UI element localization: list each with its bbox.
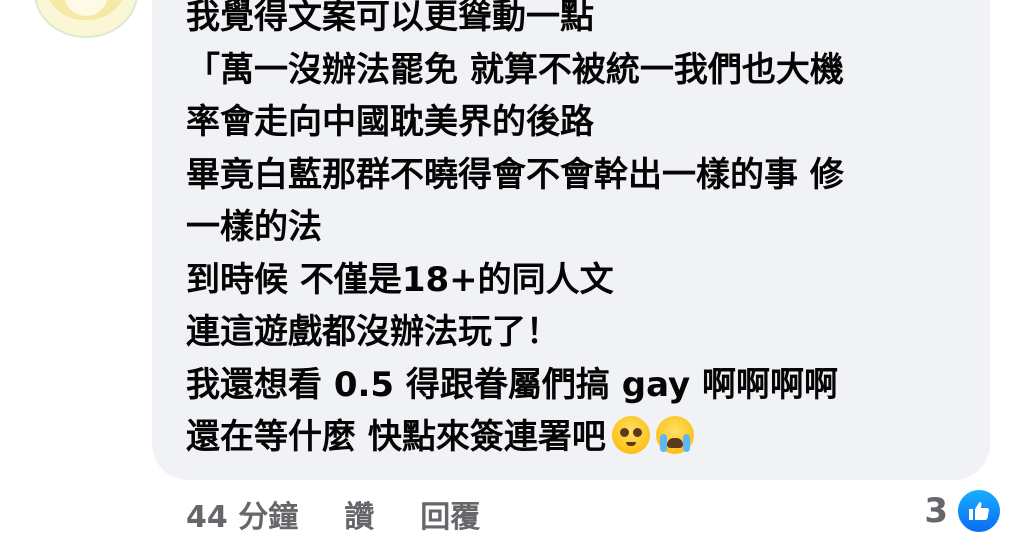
- comment-line: 連這遊戲都沒辦法玩了！: [186, 312, 560, 352]
- pleading-face-icon: [611, 416, 650, 454]
- emoji-eye: [619, 428, 629, 437]
- thumbs-up-icon: [956, 488, 1002, 534]
- comment-line: 我覺得文案可以更聳動一點: [186, 0, 594, 37]
- comment-text: 我覺得文案可以更聳動一點 「萬一沒辦法罷免 就算不被統一我們也大機 率會走向中國…: [186, 0, 976, 464]
- reaction-summary[interactable]: 3: [924, 488, 1002, 534]
- comment-line: 率會走向中國耽美界的後路: [186, 102, 594, 142]
- emoji-mouth: [625, 442, 636, 446]
- timestamp[interactable]: 44 分鐘: [186, 492, 298, 536]
- thumbs-up-glyph: [969, 502, 989, 520]
- emoji-tear: [682, 434, 690, 452]
- avatar[interactable]: [34, 0, 138, 38]
- emoji-mouth: [666, 438, 683, 448]
- comment-line: 「萬一沒辦法罷免 就算不被統一我們也大機: [186, 49, 844, 90]
- comment-last-line: 還在等什麼 快點來簽連署吧: [186, 411, 976, 464]
- comment-line: 畢竟白藍那群不曉得會不會幹出一樣的事 修: [186, 154, 844, 195]
- emoji-tear: [659, 434, 667, 452]
- comment-screen: 我覺得文案可以更聳動一點 「萬一沒辦法罷免 就算不被統一我們也大機 率會走向中國…: [0, 0, 1024, 554]
- like-button[interactable]: 讚: [344, 492, 374, 536]
- reaction-count: 3: [924, 491, 948, 531]
- comment-actions: 44 分鐘 讚 回覆: [186, 492, 480, 536]
- reply-button[interactable]: 回覆: [420, 492, 480, 536]
- emoji-eye: [632, 428, 642, 437]
- comment-line: 我還想看 0.5 得跟眷屬們搞 gay 啊啊啊啊: [186, 364, 838, 405]
- comment-line: 還在等什麼 快點來簽連署吧: [186, 417, 606, 457]
- loudly-crying-face-icon: [655, 416, 694, 454]
- comment-line: 到時候 不僅是18+的同人文: [186, 259, 614, 300]
- comment-line: 一樣的法: [186, 207, 322, 247]
